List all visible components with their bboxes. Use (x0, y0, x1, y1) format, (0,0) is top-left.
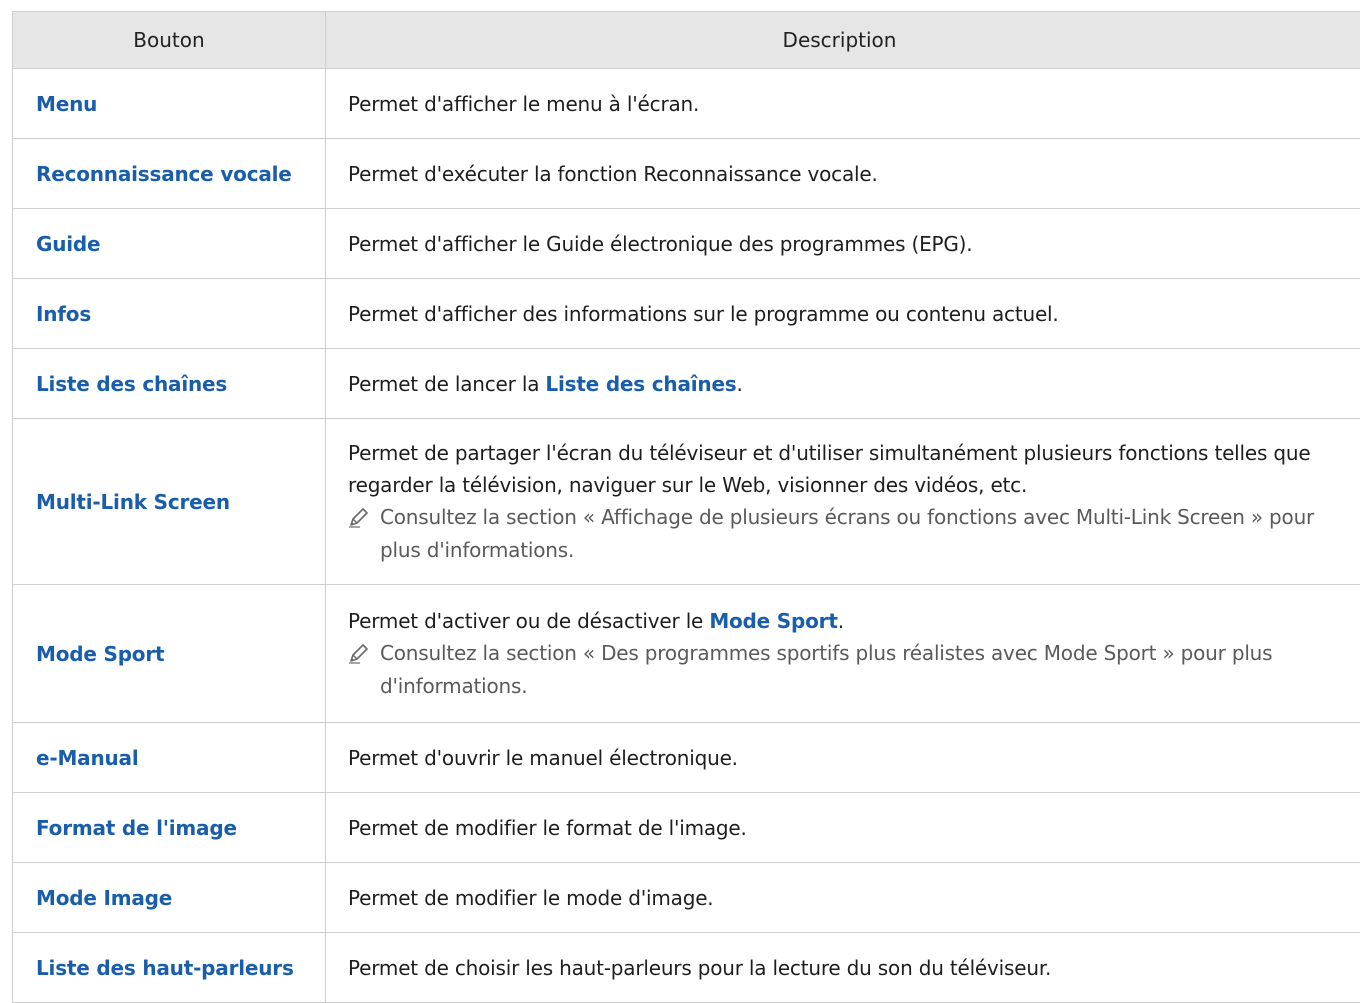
description-cell: Permet de partager l'écran du téléviseur… (326, 419, 1360, 584)
button-name: Liste des haut-parleurs (36, 955, 294, 980)
description-cell: Permet de modifier le format de l'image. (326, 793, 1360, 862)
button-name: Infos (36, 301, 92, 326)
description-cell: Permet de choisir les haut-parleurs pour… (326, 933, 1360, 1002)
description-text: Permet de modifier le mode d'image. (348, 885, 714, 910)
description-text: Permet d'exécuter la fonction Reconnaiss… (348, 161, 878, 186)
description-text: Permet de partager l'écran du téléviseur… (348, 440, 1311, 497)
button-description-table: Bouton Description Menu Permet d'affiche… (12, 11, 1360, 1003)
description-prefix: Permet de lancer la (348, 371, 546, 396)
table-header: Bouton Description (13, 12, 1360, 69)
description-cell: Permet d'afficher le Guide électronique … (326, 209, 1360, 278)
button-cell: Mode Image (13, 863, 326, 932)
description-cell: Permet de lancer la Liste des chaînes. (326, 349, 1360, 418)
mode-sport-link[interactable]: Mode Sport (709, 609, 838, 633)
description-suffix: . (736, 371, 743, 396)
button-cell: Liste des haut-parleurs (13, 933, 326, 1002)
note: Consultez la section « Affichage de plus… (348, 501, 1353, 567)
button-name: Format de l'image (36, 815, 237, 840)
description-cell: Permet de modifier le mode d'image. (326, 863, 1360, 932)
table-row: Mode Sport Permet d'activer ou de désact… (13, 585, 1360, 723)
button-cell: Liste des chaînes (13, 349, 326, 418)
button-cell: Menu (13, 69, 326, 138)
button-name: e-Manual (36, 745, 139, 770)
button-name: Guide (36, 231, 101, 256)
header-description-column: Description (782, 28, 897, 52)
button-name: Mode Sport (36, 641, 165, 666)
liste-des-chaines-link[interactable]: Liste des chaînes (545, 372, 736, 396)
table-row: Menu Permet d'afficher le menu à l'écran… (13, 69, 1360, 139)
button-cell: Format de l'image (13, 793, 326, 862)
button-cell: Mode Sport (13, 585, 326, 722)
table-row: Multi-Link Screen Permet de partager l'é… (13, 419, 1360, 585)
table-row: Mode Image Permet de modifier le mode d'… (13, 863, 1360, 933)
note-text: Consultez la section « Des programmes sp… (380, 640, 1273, 698)
button-cell: Multi-Link Screen (13, 419, 326, 584)
button-cell: Infos (13, 279, 326, 348)
description-cell: Permet d'afficher des informations sur l… (326, 279, 1360, 348)
button-name: Multi-Link Screen (36, 489, 230, 514)
description-cell: Permet d'afficher le menu à l'écran. (326, 69, 1360, 138)
table-row: Reconnaissance vocale Permet d'exécuter … (13, 139, 1360, 209)
description-cell: Permet d'activer ou de désactiver le Mod… (326, 585, 1360, 722)
button-name: Mode Image (36, 885, 173, 910)
table-row: e-Manual Permet d'ouvrir le manuel élect… (13, 723, 1360, 793)
table-row: Liste des chaînes Permet de lancer la Li… (13, 349, 1360, 419)
description-text: Permet d'afficher des informations sur l… (348, 301, 1059, 326)
description-text: Permet d'ouvrir le manuel électronique. (348, 745, 738, 770)
description-prefix: Permet d'activer ou de désactiver le (348, 608, 710, 633)
button-cell: e-Manual (13, 723, 326, 792)
description-text: Permet d'activer ou de désactiver le Mod… (348, 605, 1353, 637)
button-cell: Reconnaissance vocale (13, 139, 326, 208)
description-text: Permet d'afficher le menu à l'écran. (348, 91, 700, 116)
table-row: Liste des haut-parleurs Permet de choisi… (13, 933, 1360, 1003)
description-cell: Permet d'exécuter la fonction Reconnaiss… (326, 139, 1360, 208)
header-button-column: Bouton (13, 12, 326, 68)
pencil-icon (348, 637, 380, 703)
description-cell: Permet d'ouvrir le manuel électronique. (326, 723, 1360, 792)
button-name: Menu (36, 91, 98, 116)
description-text: Permet de choisir les haut-parleurs pour… (348, 955, 1052, 980)
button-name: Liste des chaînes (36, 371, 228, 396)
description-text: Permet d'afficher le Guide électronique … (348, 231, 973, 256)
table-row: Guide Permet d'afficher le Guide électro… (13, 209, 1360, 279)
note-text: Consultez la section « Affichage de plus… (380, 504, 1315, 562)
button-name: Reconnaissance vocale (36, 161, 292, 186)
table-row: Infos Permet d'afficher des informations… (13, 279, 1360, 349)
note: Consultez la section « Des programmes sp… (348, 637, 1353, 703)
button-cell: Guide (13, 209, 326, 278)
description-suffix: . (837, 608, 844, 633)
description-text: Permet de modifier le format de l'image. (348, 815, 747, 840)
pencil-icon (348, 501, 380, 567)
table-row: Format de l'image Permet de modifier le … (13, 793, 1360, 863)
description-text: Permet de lancer la Liste des chaînes. (348, 368, 1353, 400)
